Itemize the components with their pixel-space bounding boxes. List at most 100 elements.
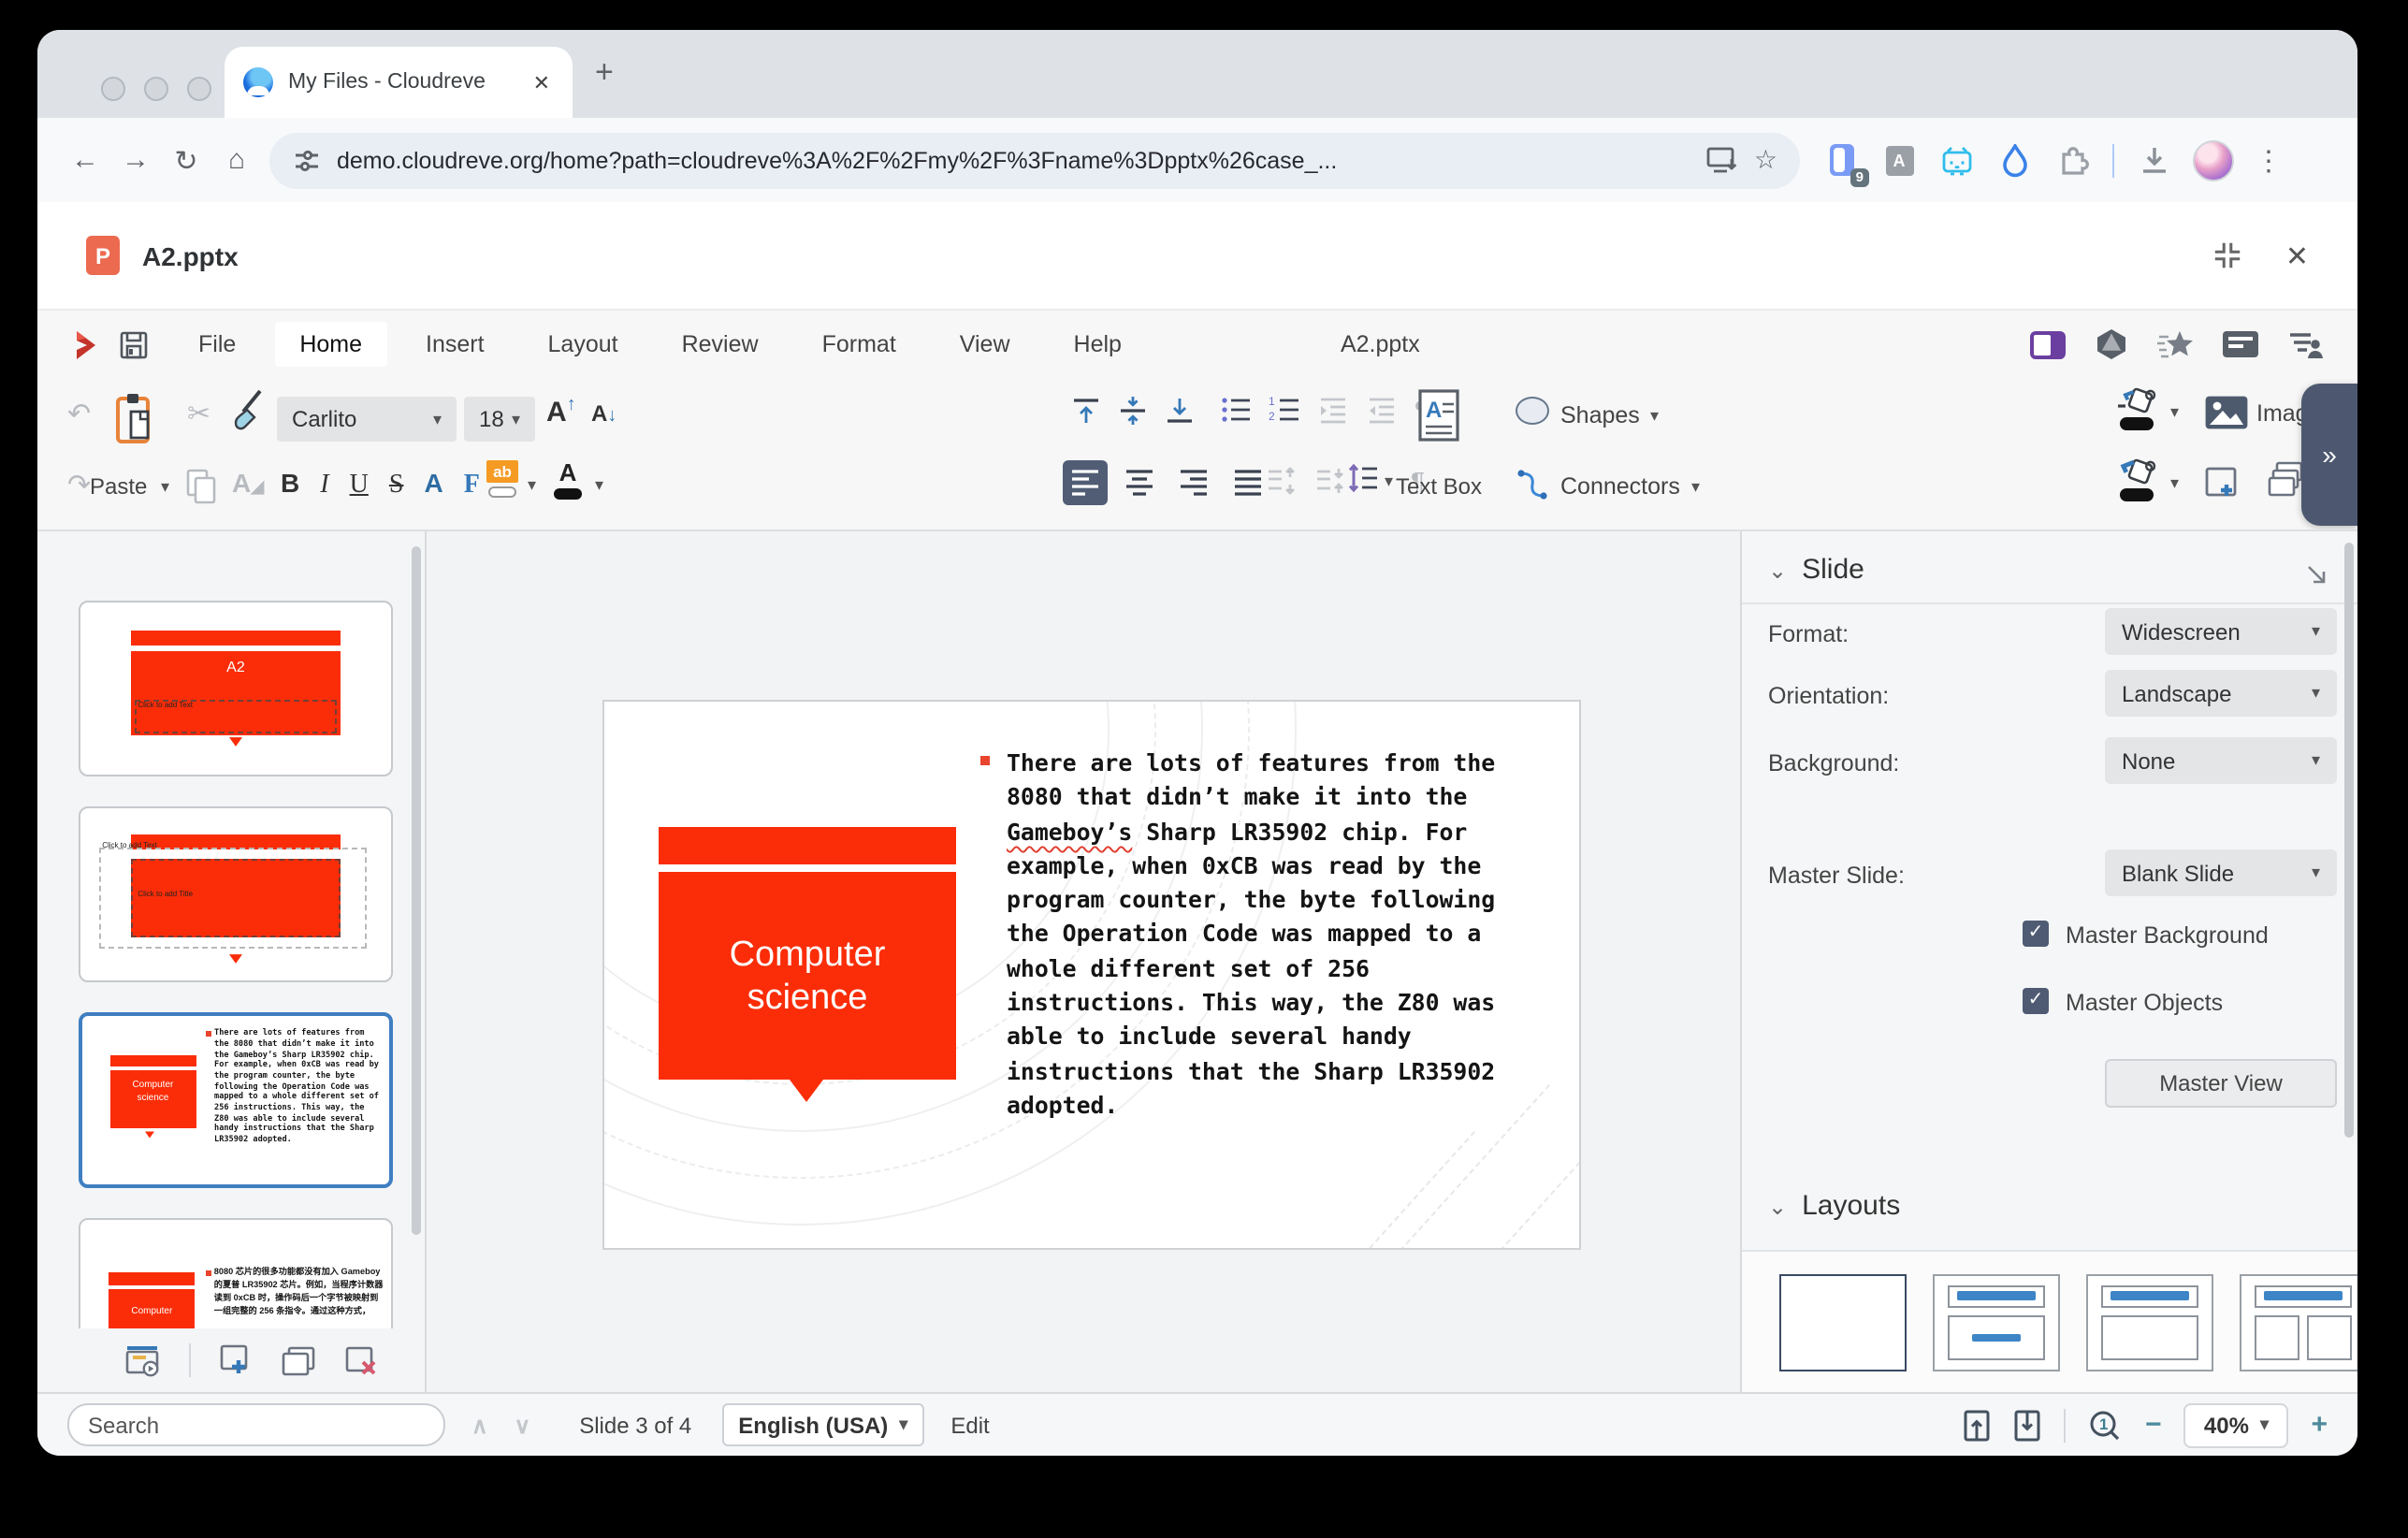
hexagon-extension-icon[interactable] [2094, 327, 2129, 361]
close-viewer-icon[interactable]: ✕ [2285, 239, 2309, 272]
bookmark-star-icon[interactable]: ☆ [1754, 144, 1777, 176]
format-select[interactable]: Widescreen▾ [2105, 608, 2337, 655]
image-label[interactable]: Image [2256, 400, 2301, 427]
fill-color-icon[interactable] [2114, 458, 2159, 503]
close-window-button[interactable] [101, 77, 125, 101]
exit-fullscreen-icon[interactable] [2212, 239, 2244, 271]
outline-color-icon[interactable] [2114, 387, 2159, 432]
a-extension-icon[interactable]: A [1880, 139, 1918, 181]
misspelled-word[interactable]: Gameboy’s [1007, 817, 1132, 845]
slide-title-bar-shape[interactable] [659, 827, 956, 864]
italic-button[interactable]: I [320, 472, 328, 501]
save-icon[interactable] [120, 330, 148, 358]
layouts-collapse-icon[interactable]: ⌄ [1768, 1193, 1787, 1219]
paste-icon[interactable] [112, 391, 157, 447]
numbering-icon[interactable]: 12 [1269, 395, 1300, 425]
slide-section-header[interactable]: ⌄ Slide [1768, 554, 1864, 586]
format-painter-icon[interactable] [232, 389, 269, 438]
text-effects-button[interactable]: A [424, 468, 442, 498]
zoom-window-button[interactable] [187, 77, 211, 101]
line-spacing-icon[interactable] [1347, 462, 1379, 494]
expand-toolbar-button[interactable]: » [2301, 384, 2357, 526]
orientation-select[interactable]: Landscape▾ [2105, 670, 2337, 717]
open-advanced-settings-icon[interactable] [2303, 561, 2328, 586]
paste-caret-icon[interactable]: ▾ [161, 477, 169, 498]
duplicate-slide-panel-icon[interactable] [281, 1344, 316, 1376]
align-right-button[interactable] [1171, 460, 1216, 505]
align-justify-button[interactable] [1226, 460, 1270, 505]
menu-view[interactable]: View [936, 322, 1035, 367]
align-top-icon[interactable] [1070, 395, 1102, 427]
zoom-out-icon[interactable]: − [2145, 1409, 2162, 1441]
decrease-font-icon[interactable]: A↓ [591, 400, 617, 427]
slide-title-shape[interactable]: Computerscience [659, 872, 956, 1080]
zoom-100-icon[interactable]: 1 [2089, 1408, 2123, 1442]
fill-color-caret-icon[interactable]: ▾ [2170, 473, 2179, 494]
home-icon[interactable]: ⌂ [211, 144, 262, 176]
text-box-label[interactable]: Text Box [1377, 473, 1501, 500]
slide-thumbnail-2[interactable]: Click to add Text Click to add Title [79, 806, 393, 982]
font-glyph-button[interactable]: F [464, 472, 480, 501]
decrease-indent-icon[interactable] [1317, 395, 1349, 425]
menu-format[interactable]: Format [798, 322, 921, 367]
layout-title-body[interactable] [2086, 1274, 2213, 1371]
layout-title-content[interactable] [1933, 1274, 2060, 1371]
redo-icon[interactable]: ↷ [67, 468, 91, 501]
align-center-button[interactable] [1117, 460, 1162, 505]
address-bar[interactable]: demo.cloudreve.org/home?path=cloudreve%3… [269, 132, 1800, 188]
reload-icon[interactable]: ↻ [161, 143, 211, 177]
connectors-label[interactable]: Connectors [1560, 473, 1680, 500]
site-settings-icon[interactable] [292, 145, 322, 175]
user-list-icon[interactable] [2286, 329, 2324, 359]
bullets-icon[interactable] [1220, 395, 1252, 425]
collapse-section-icon[interactable]: ⌄ [1768, 557, 1787, 583]
speed-star-icon[interactable] [2157, 328, 2195, 360]
slide-canvas[interactable]: Computerscience There are lots of featur… [427, 531, 1740, 1392]
delete-slide-panel-icon[interactable] [344, 1344, 380, 1376]
edit-mode-label[interactable]: Edit [950, 1412, 989, 1438]
layouts-section-header[interactable]: ⌄ Layouts [1768, 1190, 1900, 1222]
sidebar-extension-icon[interactable]: 9 [1822, 139, 1860, 181]
bilibili-tv-extension-icon[interactable] [1938, 139, 1976, 181]
slide-thumbnail-1[interactable]: A2 Click to add Text [79, 601, 393, 776]
add-slide-panel-icon[interactable] [219, 1343, 253, 1377]
font-color-caret-icon[interactable]: ▾ [595, 475, 603, 496]
clear-format-icon[interactable]: A◢ [232, 468, 264, 498]
menu-review[interactable]: Review [658, 322, 783, 367]
search-next-icon[interactable]: ∨ [515, 1412, 531, 1438]
duplicate-slide-icon[interactable] [2268, 460, 2305, 501]
url-text[interactable]: demo.cloudreve.org/home?path=cloudreve%3… [337, 147, 1692, 173]
copy-icon[interactable] [185, 468, 219, 505]
current-slide[interactable]: Computerscience There are lots of featur… [602, 700, 1581, 1250]
menu-file[interactable]: File [174, 322, 260, 367]
font-color-icon[interactable]: A [554, 460, 582, 500]
forward-icon[interactable]: → [110, 144, 161, 176]
macos-window-controls[interactable] [101, 77, 211, 101]
slide-thumbnail-3[interactable]: Computerscience There are lots of featur… [79, 1012, 393, 1188]
menu-layout[interactable]: Layout [524, 322, 643, 367]
browser-profile-avatar[interactable] [2193, 139, 2234, 181]
layout-blank[interactable] [1779, 1274, 1907, 1371]
zoom-in-icon[interactable]: + [2311, 1409, 2328, 1441]
minimize-window-button[interactable] [144, 77, 168, 101]
master-background-label[interactable]: Master Background [2066, 922, 2269, 949]
align-left-button[interactable] [1063, 460, 1108, 505]
highlight-caret-icon[interactable]: ▾ [528, 475, 536, 496]
font-name-select[interactable]: Carlito▾ [277, 397, 457, 442]
master-slide-select[interactable]: Blank Slide▾ [2105, 849, 2337, 896]
align-bottom-icon[interactable] [1164, 395, 1196, 427]
search-prev-icon[interactable]: ∧ [471, 1412, 488, 1438]
underline-button[interactable]: U [350, 472, 369, 501]
menu-help[interactable]: Help [1050, 322, 1146, 367]
connectors-caret-icon[interactable]: ▾ [1691, 477, 1700, 498]
water-drop-extension-icon[interactable] [1996, 139, 2034, 181]
slide-body-text[interactable]: There are lots of features from the 8080… [1007, 747, 1523, 1124]
master-objects-checkbox[interactable]: ✓ [2023, 988, 2049, 1014]
slide-title-text[interactable]: Computerscience [659, 933, 956, 1019]
increase-indent-icon[interactable] [1366, 395, 1398, 425]
increase-font-icon[interactable]: A↑ [546, 395, 576, 428]
back-icon[interactable]: ← [60, 144, 110, 176]
menu-insert[interactable]: Insert [401, 322, 509, 367]
outline-color-caret-icon[interactable]: ▾ [2170, 402, 2179, 423]
master-objects-label[interactable]: Master Objects [2066, 990, 2223, 1016]
